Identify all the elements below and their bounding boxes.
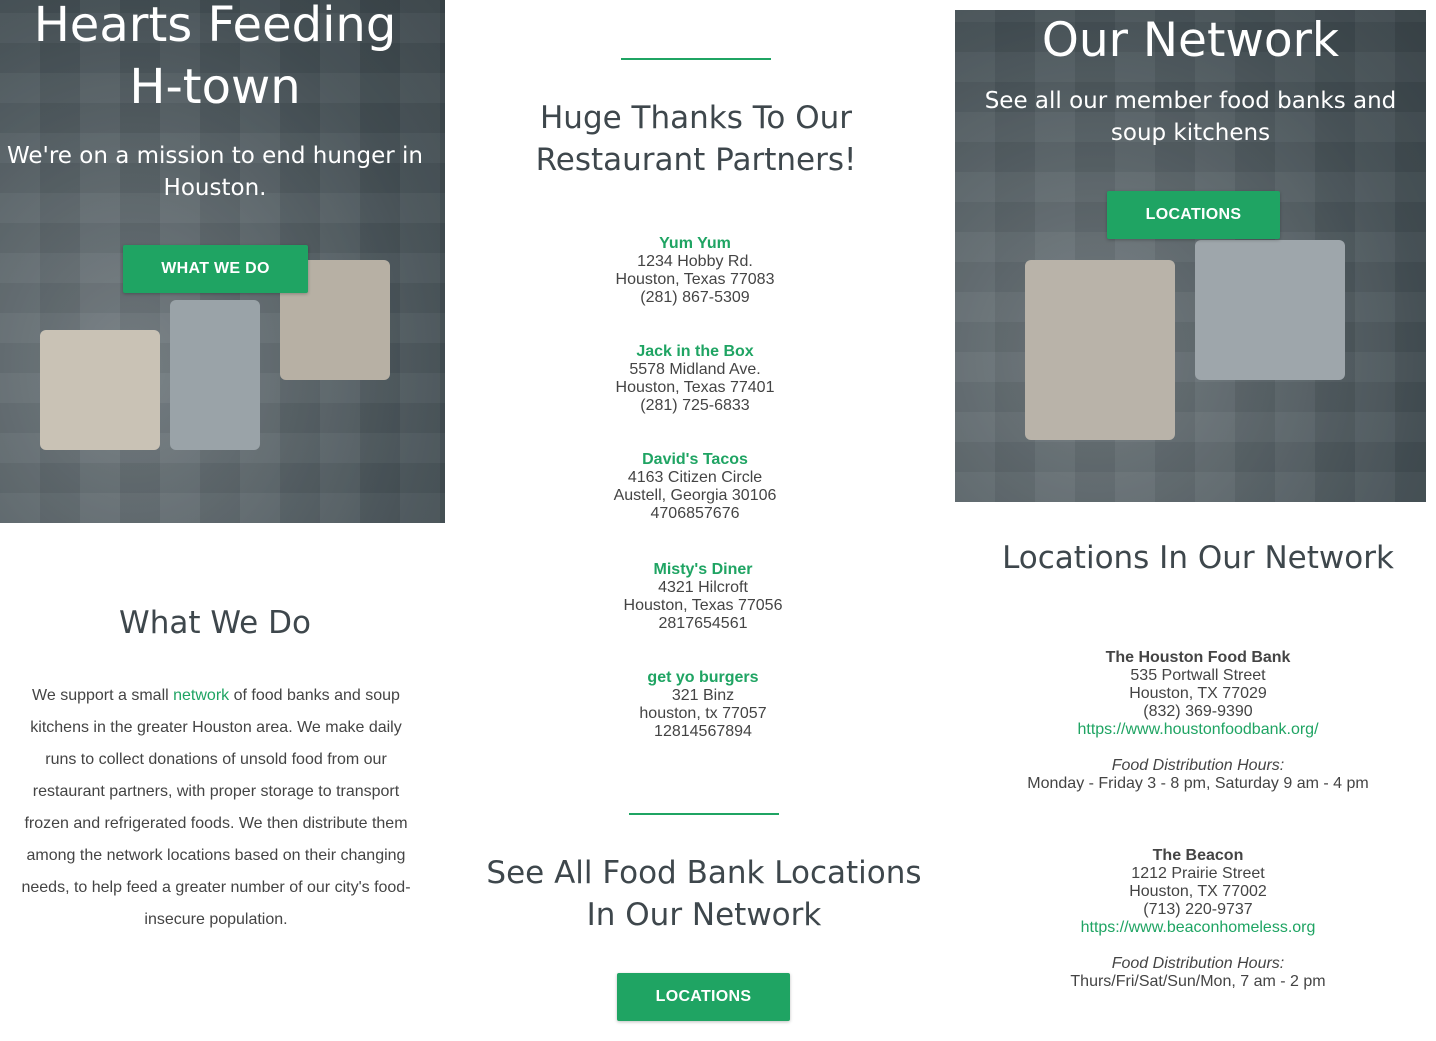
location-hours-label: Food Distribution Hours: [1111, 757, 1285, 774]
hero-background-image [170, 300, 260, 450]
location-phone: (832) 369-9390 [1143, 703, 1253, 720]
partner-item: David's Tacos 4163 Citizen Circle Austel… [565, 451, 825, 523]
section-divider [621, 58, 771, 60]
what-we-do-text-end: of food banks and soup kitchens in the g… [21, 687, 411, 928]
hero-left: Hearts Feeding H-town We're on a mission… [0, 0, 445, 523]
partner-phone: 12814567894 [654, 723, 752, 740]
partner-item: get yo burgers 321 Binz houston, tx 7705… [573, 669, 833, 741]
see-all-title: See All Food Bank Locations In Our Netwo… [486, 855, 922, 933]
location-website-link[interactable]: https://www.beaconhomeless.org [1081, 919, 1316, 936]
location-address-line: 1212 Prairie Street [1131, 865, 1265, 882]
partner-name: Jack in the Box [636, 343, 754, 360]
hero-background-image [40, 330, 160, 450]
location-name: The Houston Food Bank [1105, 649, 1291, 666]
partner-phone: (281) 867-5309 [640, 289, 750, 306]
partners-title: Huge Thanks To Our Restaurant Partners! [535, 100, 857, 178]
network-link[interactable]: network [173, 687, 229, 704]
locations-title: Locations In Our Network [1002, 540, 1394, 576]
hero-title: Hearts Feeding H-town [33, 0, 397, 116]
partner-name: Misty's Diner [653, 561, 753, 578]
location-phone: (713) 220-9737 [1143, 901, 1253, 918]
hero-subtitle: We're on a mission to end hunger in Hous… [6, 143, 423, 202]
location-name: The Beacon [1152, 847, 1244, 864]
location-item: The Beacon 1212 Prairie Street Houston, … [998, 847, 1398, 991]
partner-city-line: Houston, Texas 77401 [615, 379, 775, 396]
location-website-link[interactable]: https://www.houstonfoodbank.org/ [1077, 721, 1318, 738]
partner-address-line: 4163 Citizen Circle [627, 469, 763, 486]
hero-right-title: Our Network [1041, 13, 1340, 68]
location-hours: Monday - Friday 3 - 8 pm, Saturday 9 am … [1027, 775, 1369, 792]
partner-phone: 2817654561 [658, 615, 748, 632]
partner-phone: (281) 725-6833 [640, 397, 750, 414]
partner-address-line: 5578 Midland Ave. [629, 361, 761, 378]
location-item: The Houston Food Bank 535 Portwall Stree… [998, 649, 1398, 793]
partner-name: Yum Yum [659, 235, 731, 252]
partner-item: Jack in the Box 5578 Midland Ave. Housto… [565, 343, 825, 415]
partner-address-line: 4321 Hilcroft [658, 579, 748, 596]
location-city-line: Houston, TX 77029 [1129, 685, 1267, 702]
section-divider [629, 813, 779, 815]
partner-address-line: 1234 Hobby Rd. [637, 253, 753, 270]
hero-right-subtitle: See all our member food banks and soup k… [984, 88, 1397, 147]
partner-name: David's Tacos [642, 451, 748, 468]
partner-address-line: 321 Binz [671, 687, 735, 704]
what-we-do-title: What We Do [119, 605, 311, 641]
what-we-do-text-start: We support a small [32, 687, 174, 704]
location-city-line: Houston, TX 77002 [1129, 883, 1267, 900]
partner-item: Yum Yum 1234 Hobby Rd. Houston, Texas 77… [565, 235, 825, 307]
location-hours: Thurs/Fri/Sat/Sun/Mon, 7 am - 2 pm [1070, 973, 1326, 990]
partner-phone: 4706857676 [650, 505, 740, 522]
what-we-do-button[interactable]: WHAT WE DO [123, 245, 308, 293]
what-we-do-text: We support a small network of food banks… [18, 680, 414, 936]
partner-item: Misty's Diner 4321 Hilcroft Houston, Tex… [573, 561, 833, 633]
partner-city-line: Houston, Texas 77083 [615, 271, 775, 288]
hero-background-image [1195, 240, 1345, 380]
locations-button[interactable]: LOCATIONS [617, 973, 790, 1021]
partner-city-line: Austell, Georgia 30106 [613, 487, 777, 504]
location-hours-label: Food Distribution Hours: [1111, 955, 1285, 972]
hero-background-image [1025, 260, 1175, 440]
hero-right: Our Network See all our member food bank… [955, 10, 1426, 502]
partner-city-line: Houston, Texas 77056 [623, 597, 783, 614]
partner-city-line: houston, tx 77057 [639, 705, 767, 722]
partner-name: get yo burgers [647, 669, 759, 686]
location-address-line: 535 Portwall Street [1130, 667, 1266, 684]
hero-locations-button[interactable]: LOCATIONS [1107, 191, 1280, 239]
